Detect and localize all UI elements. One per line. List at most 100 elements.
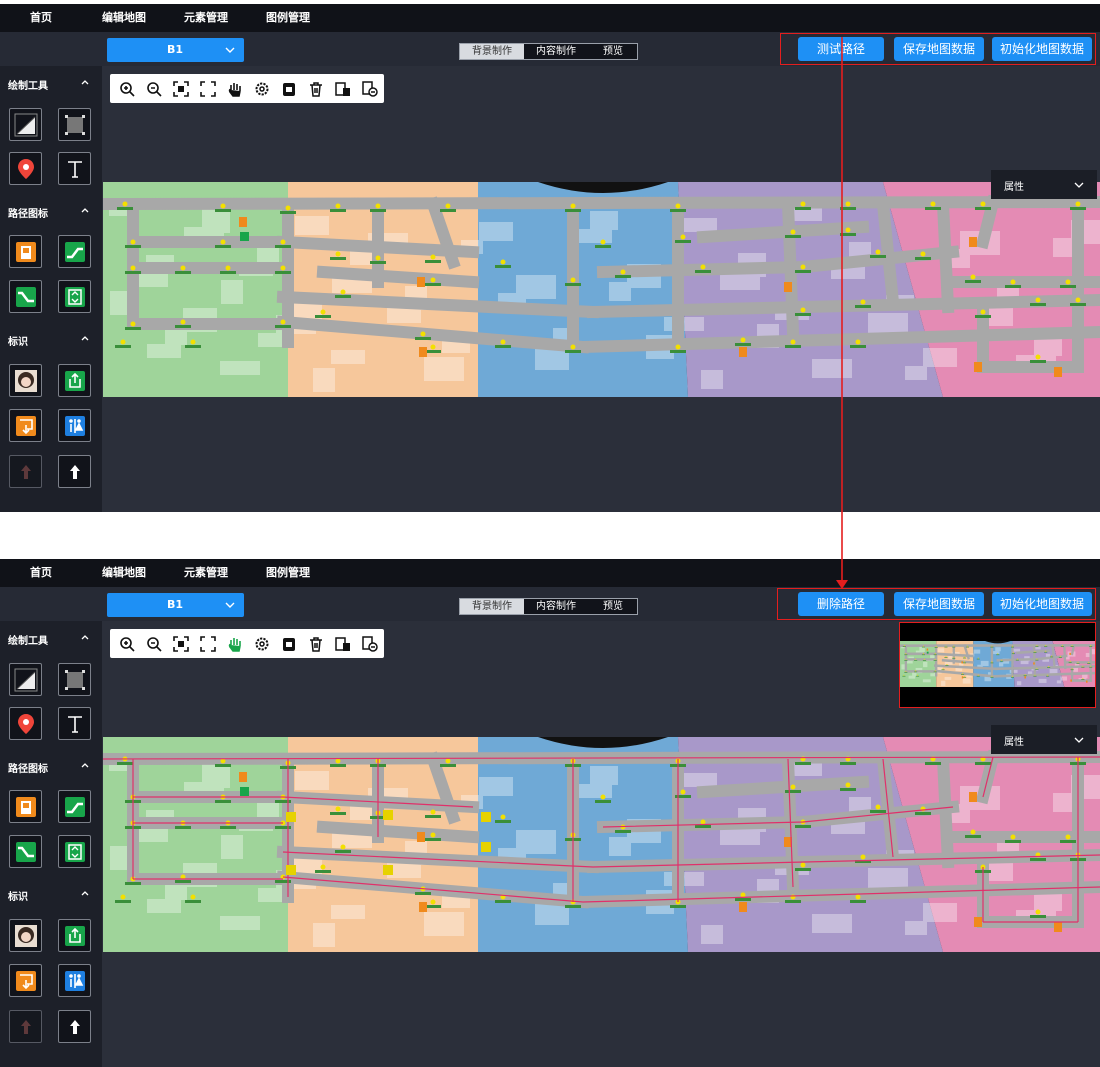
escalator-down-tool[interactable] <box>9 280 42 313</box>
nav-edit-map[interactable]: 编辑地图 <box>102 559 146 587</box>
delete-icon[interactable] <box>308 81 324 97</box>
restroom-tool[interactable] <box>58 409 91 442</box>
section-title: 绘制工具 <box>8 81 48 92</box>
tab-content[interactable]: 内容制作 <box>524 599 588 614</box>
minimap[interactable] <box>899 622 1096 708</box>
elevator-icon <box>16 242 36 262</box>
arrow-up-disabled-icon <box>21 1020 31 1034</box>
lock-icon[interactable] <box>281 81 297 97</box>
fullscreen-icon[interactable] <box>200 636 216 652</box>
nav-element-manage[interactable]: 元素管理 <box>184 559 228 587</box>
tab-preview[interactable]: 预览 <box>588 599 638 614</box>
location-pin-tool[interactable] <box>9 152 42 185</box>
settings-icon[interactable] <box>254 81 270 97</box>
nav-legend-manage[interactable]: 图例管理 <box>266 4 310 32</box>
arrow-up-disabled-tool[interactable] <box>9 1010 42 1043</box>
copy-delete-icon[interactable] <box>335 81 351 97</box>
arrow-up-disabled-icon <box>21 465 31 479</box>
delete-icon[interactable] <box>308 636 324 652</box>
rect-select-tool[interactable] <box>58 663 91 696</box>
save-map-button[interactable]: 保存地图数据 <box>894 37 984 61</box>
text-tool[interactable] <box>58 707 91 740</box>
arrow-up-disabled-tool[interactable] <box>9 455 42 488</box>
tab-content[interactable]: 内容制作 <box>524 44 588 59</box>
copy-remove-icon[interactable] <box>362 81 378 97</box>
nav-legend-manage[interactable]: 图例管理 <box>266 559 310 587</box>
rect-select-tool[interactable] <box>58 108 91 141</box>
save-map-button[interactable]: 保存地图数据 <box>894 592 984 616</box>
fit-icon[interactable] <box>173 636 189 652</box>
section-title: 路径图标 <box>8 764 48 775</box>
tab-background[interactable]: 背景制作 <box>460 44 524 59</box>
top-nav: 首页 编辑地图 元素管理 图例管理 <box>0 4 1100 32</box>
lift-tool[interactable] <box>58 835 91 868</box>
section-route-icons[interactable]: 路径图标 <box>0 755 102 777</box>
map-canvas[interactable]: 属性 <box>103 66 1100 512</box>
escalator-down-tool[interactable] <box>9 835 42 868</box>
floor-select[interactable]: B1 <box>107 38 244 62</box>
section-signs[interactable]: 标识 <box>0 328 102 350</box>
arrow-up-icon <box>70 465 80 479</box>
section-draw-tools[interactable]: 绘制工具 <box>0 72 102 94</box>
lift-tool[interactable] <box>58 280 91 313</box>
zoom-in-icon[interactable] <box>119 81 135 97</box>
escalator-up-tool[interactable] <box>58 235 91 268</box>
elevator-tool[interactable] <box>9 790 42 823</box>
avatar-tool[interactable] <box>9 919 42 952</box>
exit-tool[interactable] <box>58 919 91 952</box>
arrow-up-tool[interactable] <box>58 1010 91 1043</box>
floor-select[interactable]: B1 <box>107 593 244 617</box>
entrance-tool[interactable] <box>9 409 42 442</box>
properties-panel[interactable]: 属性 <box>991 170 1097 199</box>
location-pin-tool[interactable] <box>9 707 42 740</box>
delete-route-button[interactable]: 删除路径 <box>798 592 884 616</box>
restroom-icon <box>65 971 85 991</box>
properties-title: 属性 <box>1004 737 1024 748</box>
init-map-button[interactable]: 初始化地图数据 <box>992 592 1092 616</box>
copy-remove-icon[interactable] <box>362 636 378 652</box>
escalator-up-tool[interactable] <box>58 790 91 823</box>
exit-tool[interactable] <box>58 364 91 397</box>
entrance-tool[interactable] <box>9 964 42 997</box>
nav-home[interactable]: 首页 <box>30 559 52 587</box>
line-tool-icon <box>14 668 38 692</box>
fit-icon[interactable] <box>173 81 189 97</box>
zoom-out-icon[interactable] <box>146 81 162 97</box>
tab-preview[interactable]: 预览 <box>588 44 638 59</box>
section-draw-tools[interactable]: 绘制工具 <box>0 627 102 649</box>
settings-icon[interactable] <box>254 636 270 652</box>
floor-value: B1 <box>167 598 184 611</box>
nav-home[interactable]: 首页 <box>30 4 52 32</box>
map-canvas[interactable]: 属性 <box>103 621 1100 1067</box>
section-signs[interactable]: 标识 <box>0 883 102 905</box>
text-tool[interactable] <box>58 152 91 185</box>
restroom-tool[interactable] <box>58 964 91 997</box>
line-tool[interactable] <box>9 663 42 696</box>
pan-hand-icon[interactable] <box>227 636 243 652</box>
zoom-out-icon[interactable] <box>146 636 162 652</box>
floor-map[interactable] <box>103 182 1100 397</box>
init-map-button[interactable]: 初始化地图数据 <box>992 37 1092 61</box>
section-title: 路径图标 <box>8 209 48 220</box>
arrow-up-icon <box>70 1020 80 1034</box>
nav-edit-map[interactable]: 编辑地图 <box>102 4 146 32</box>
copy-delete-icon[interactable] <box>335 636 351 652</box>
test-route-button[interactable]: 测试路径 <box>798 37 884 61</box>
arrow-up-tool[interactable] <box>58 455 91 488</box>
zoom-in-icon[interactable] <box>119 636 135 652</box>
properties-panel[interactable]: 属性 <box>991 725 1097 754</box>
chevron-down-icon <box>225 47 235 53</box>
entrance-icon <box>16 416 36 436</box>
line-tool[interactable] <box>9 108 42 141</box>
fullscreen-icon[interactable] <box>200 81 216 97</box>
floor-map-with-route[interactable] <box>103 737 1100 952</box>
section-route-icons[interactable]: 路径图标 <box>0 200 102 222</box>
elevator-tool[interactable] <box>9 235 42 268</box>
lock-icon[interactable] <box>281 636 297 652</box>
chevron-up-icon <box>81 891 89 896</box>
tab-background[interactable]: 背景制作 <box>460 599 524 614</box>
chevron-down-icon <box>1074 182 1084 188</box>
nav-element-manage[interactable]: 元素管理 <box>184 4 228 32</box>
pan-hand-icon[interactable] <box>227 81 243 97</box>
avatar-tool[interactable] <box>9 364 42 397</box>
